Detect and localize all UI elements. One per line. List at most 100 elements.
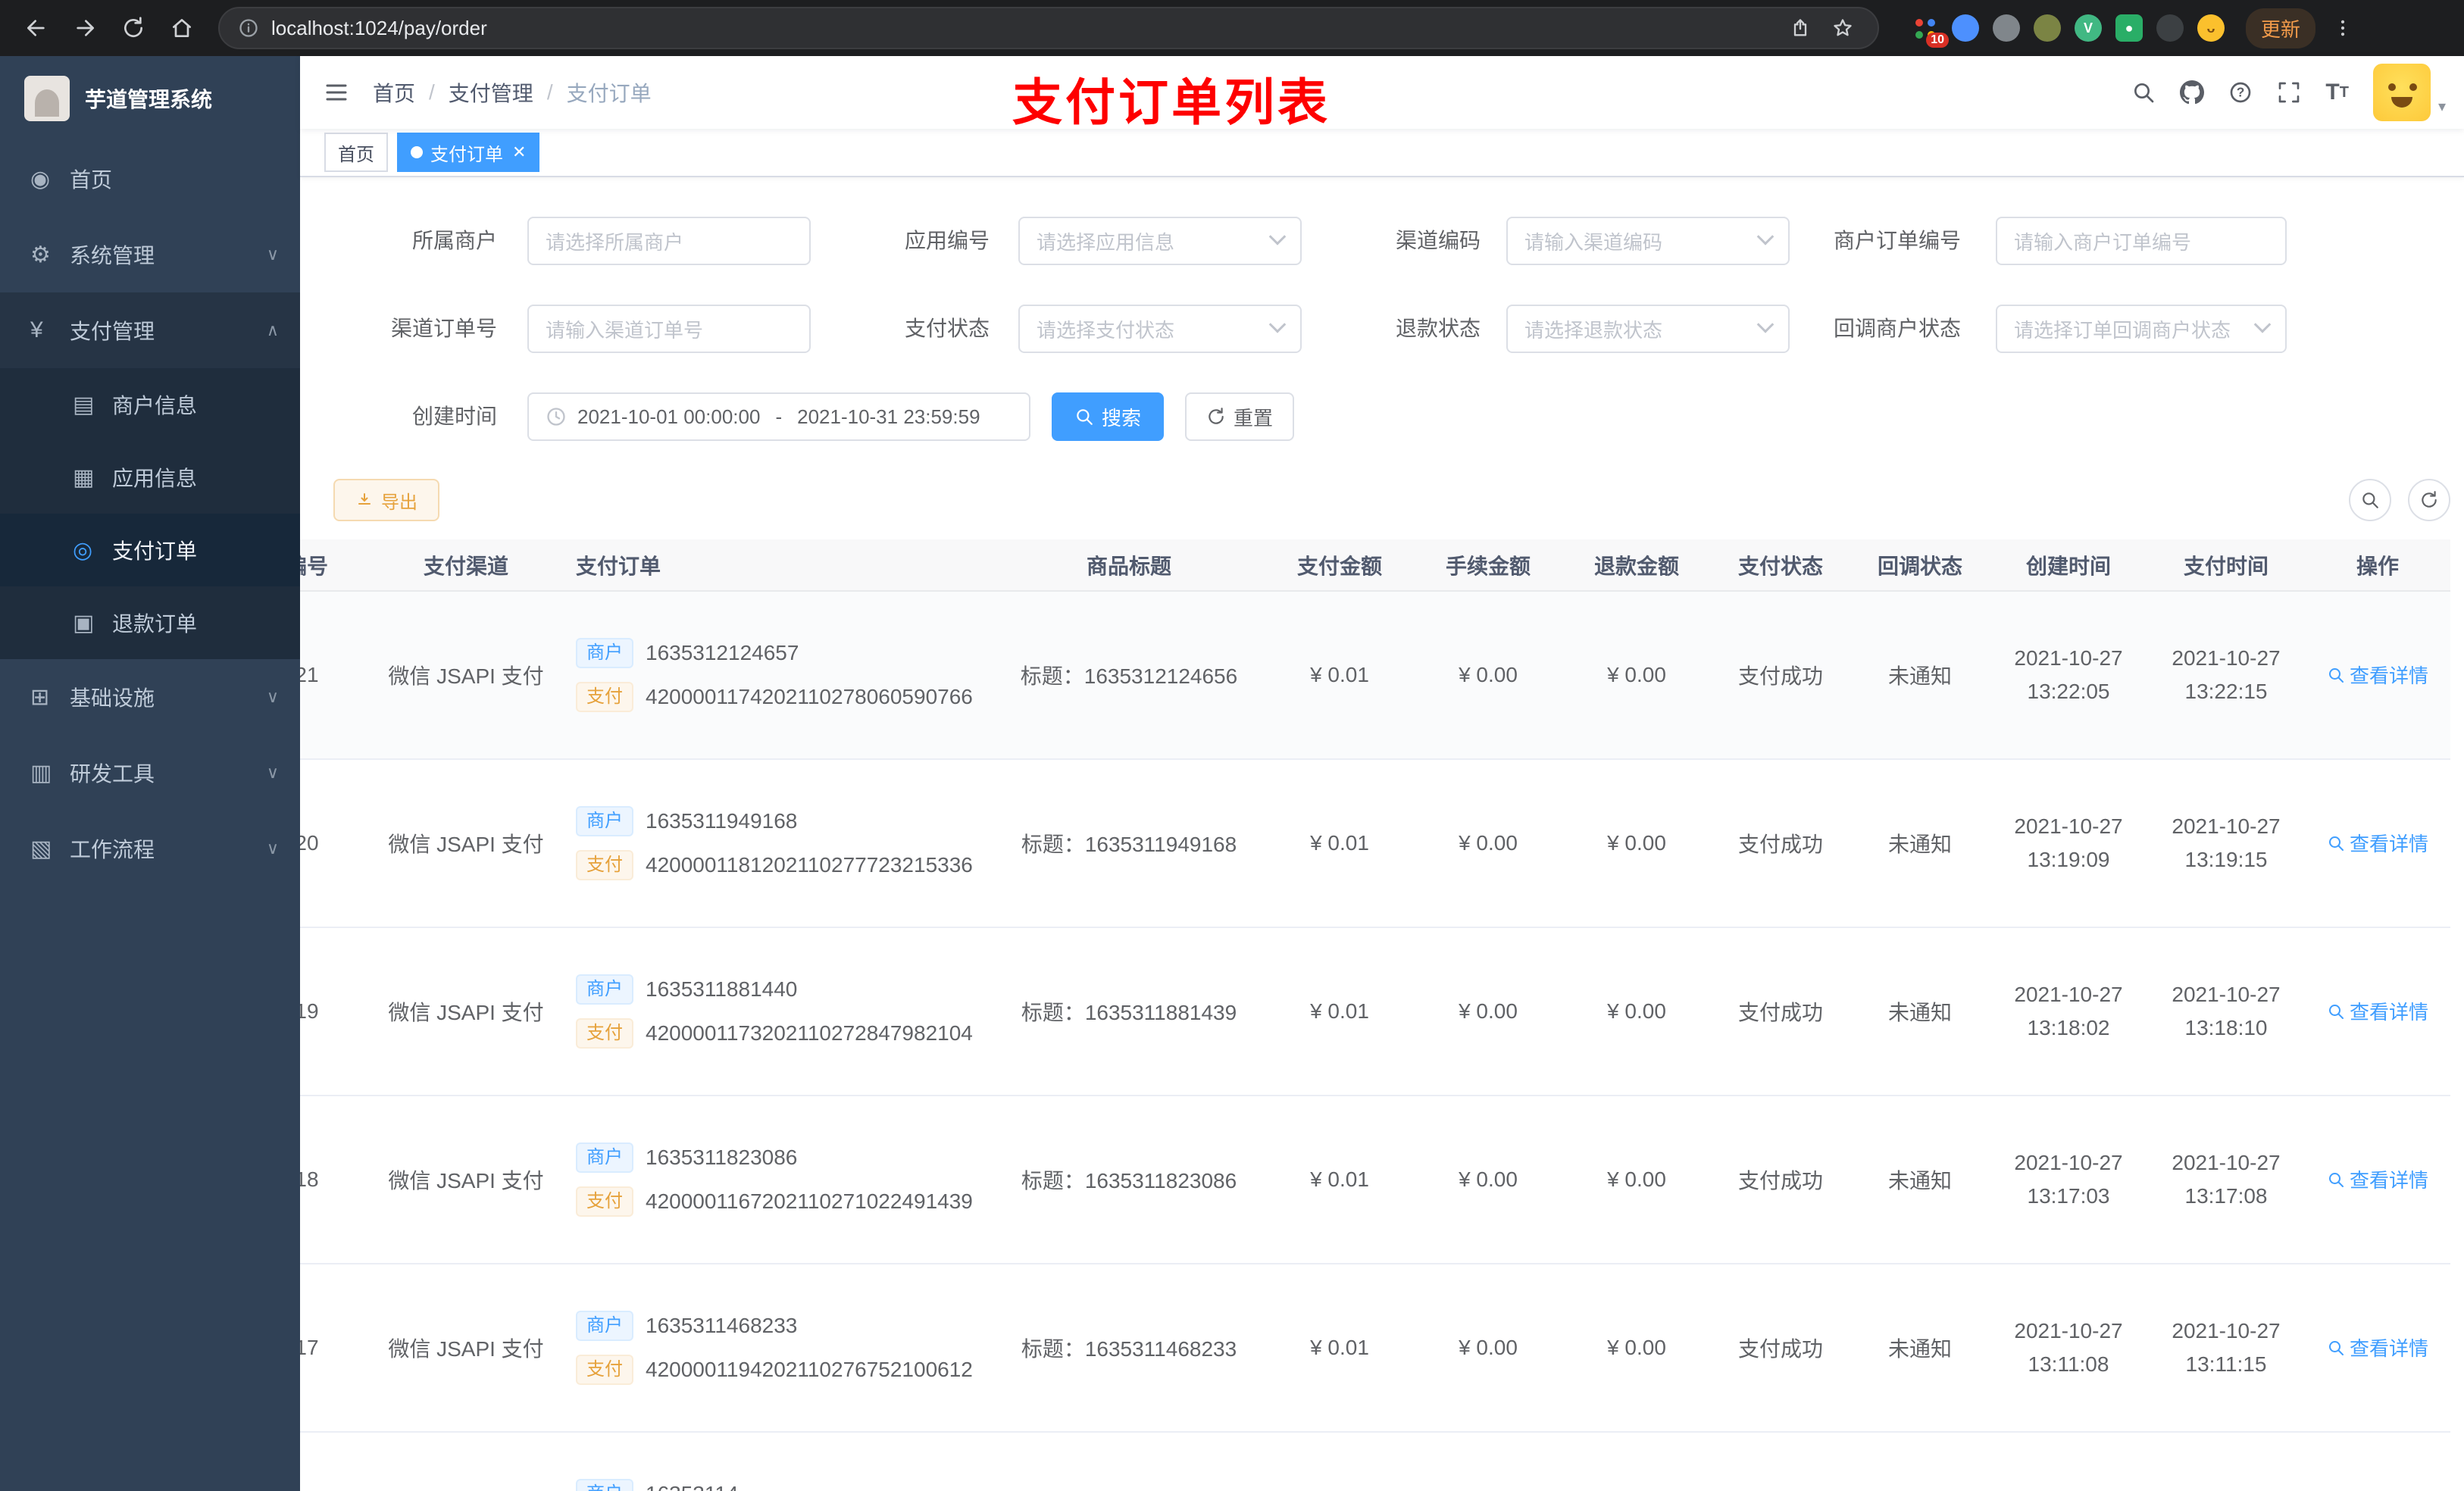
cell-title (993, 1432, 1265, 1491)
export-button[interactable]: 导出 (333, 479, 439, 521)
emoji-extension-icon[interactable]: ᴗ (2197, 14, 2225, 42)
vue-devtools-extension-icon[interactable]: V (2075, 14, 2102, 42)
address-bar[interactable]: localhost:1024/pay/order (218, 7, 1879, 49)
search-icon[interactable] (2119, 80, 2168, 105)
browser-menu-icon[interactable] (2322, 7, 2364, 49)
cell-actions: 查看详情 (2305, 1096, 2450, 1264)
refresh-table-button[interactable] (2408, 479, 2450, 521)
pay-tag: 支付 (576, 682, 633, 712)
cell-fee: ¥ 0.00 (1414, 759, 1562, 928)
pay-order-no: 4200001167202110271022491439 (646, 1189, 973, 1213)
top-navbar: 首页 / 支付管理 / 支付订单 支付订单列表 ? TT ▾ (300, 56, 2464, 130)
browser-update-button[interactable]: 更新 (2246, 8, 2316, 48)
cell-notify: 未通知 (1850, 1264, 1990, 1433)
user-avatar[interactable] (2372, 64, 2431, 121)
reset-button[interactable]: 重置 (1185, 392, 1294, 441)
reload-button[interactable] (112, 7, 155, 49)
view-detail-link[interactable]: 查看详情 (2327, 661, 2428, 689)
merchant-order-no-filter-input[interactable]: 请输入商户订单编号 (1996, 217, 2287, 265)
github-icon[interactable] (2168, 80, 2216, 105)
col-refund: 退款金额 (1562, 539, 1711, 592)
view-detail-link[interactable]: 查看详情 (2327, 829, 2428, 857)
sidebar-item-refund-order[interactable]: ▣ 退款订单 (0, 586, 300, 659)
cell-actions: 查看详情 (2305, 927, 2450, 1096)
cell-actions: 查看详情 (2305, 1264, 2450, 1433)
table-row: 18 微信 JSAPI 支付 商户 1635311823086 支付 4200001… (300, 1096, 2450, 1264)
cell-refund: ¥ 0.00 (1562, 927, 1711, 1096)
channel-order-no-filter-input[interactable]: 请输入渠道订单号 (527, 305, 811, 353)
fullscreen-icon[interactable] (2265, 80, 2313, 105)
sidebar-item-system[interactable]: ⚙ 系统管理 ∨ (0, 217, 300, 292)
font-size-icon[interactable]: TT (2313, 80, 2361, 105)
avatar-caret-icon[interactable]: ▾ (2438, 97, 2446, 116)
olive-extension-icon[interactable] (2034, 14, 2061, 42)
home-button[interactable] (161, 7, 203, 49)
grey-extension-icon[interactable] (1993, 14, 2020, 42)
tab-home[interactable]: 首页 (324, 133, 388, 172)
cell-pay-order: 商户 1635311468233 支付 4200001194202110276752… (561, 1264, 993, 1433)
blue-extension-icon[interactable] (1952, 14, 1979, 42)
merchant-order-no: 1635311949168 (646, 809, 798, 833)
cell-fee: ¥ 0.00 (1414, 1264, 1562, 1433)
view-detail-link[interactable]: 查看详情 (2327, 1333, 2428, 1361)
navbar-actions: ? TT ▾ (2119, 64, 2464, 121)
close-icon[interactable]: ✕ (512, 142, 526, 162)
chevron-down-icon: ∨ (266, 763, 279, 782)
bookmark-star-icon[interactable] (1826, 11, 1859, 45)
app-id-filter-select[interactable]: 请选择应用信息 (1018, 217, 1302, 265)
cell-channel: 微信 JSAPI 支付 (371, 1096, 561, 1264)
sidebar-item-payment[interactable]: ¥ 支付管理 ∧ (0, 292, 300, 368)
share-icon[interactable] (1784, 11, 1817, 45)
col-channel: 支付渠道 (371, 539, 561, 592)
view-detail-link[interactable]: 查看详情 (2327, 997, 2428, 1025)
dark-extension-icon[interactable] (2156, 14, 2184, 42)
cell-fee: ¥ 0.00 (1414, 591, 1562, 760)
chevron-down-icon (1268, 316, 1287, 333)
sidebar-item-workflow[interactable]: ▧ 工作流程 ∨ (0, 811, 300, 886)
sidebar-item-merchant-info[interactable]: ▤ 商户信息 (0, 368, 300, 441)
active-dot (411, 146, 423, 158)
back-button[interactable] (15, 7, 58, 49)
breadcrumb-payment[interactable]: 支付管理 (449, 77, 533, 108)
pay-status-filter-select[interactable]: 请选择支付状态 (1018, 305, 1302, 353)
search-button[interactable]: 搜索 (1052, 392, 1164, 441)
sidebar-item-home[interactable]: ◉ 首页 (0, 141, 300, 217)
view-detail-link[interactable]: 查看详情 (2327, 1165, 2428, 1193)
cell-id: 17 (300, 1264, 371, 1433)
cell-status: 支付成功 (1711, 591, 1850, 760)
create-time-range-input[interactable]: 2021-10-01 00:00:00 - 2021-10-31 23:59:5… (527, 392, 1030, 441)
merchant-order-no: 1635311823086 (646, 1146, 798, 1169)
sidebar-item-app-info[interactable]: ▦ 应用信息 (0, 441, 300, 514)
cell-amount: ¥ 0.01 (1265, 1264, 1414, 1433)
cell-actions: 查看详情 (2305, 591, 2450, 760)
cell-status (1711, 1432, 1850, 1491)
svg-text:?: ? (2237, 84, 2245, 99)
sidebar-item-dev-tools[interactable]: ▥ 研发工具 ∨ (0, 735, 300, 811)
tab-manager-extension-icon[interactable]: 10 (1911, 14, 1949, 48)
cell-amount: ¥ 0.01 (1265, 1096, 1414, 1264)
site-info-icon[interactable] (238, 17, 259, 39)
notify-status-filter-select[interactable]: 请选择订单回调商户状态 (1996, 305, 2287, 353)
toggle-search-button[interactable] (2349, 479, 2391, 521)
tab-pay-order[interactable]: 支付订单 ✕ (397, 133, 540, 172)
cell-created: 2021-10-27 13:22:05 (1990, 591, 2147, 760)
cell-paid (2147, 1432, 2305, 1491)
breadcrumb-home[interactable]: 首页 (373, 77, 415, 108)
cell-created: 2021-10-27 13:11:08 (1990, 1264, 2147, 1433)
table-row: 商户16353114 支付 查看详情 (300, 1432, 2450, 1491)
cell-title: 标题：1635311881439 (993, 927, 1265, 1096)
hamburger-icon[interactable] (300, 79, 373, 106)
extensions-area: 10 V ● ᴗ (1897, 14, 2225, 48)
merchant-tag: 商户 (576, 806, 633, 836)
pay-order-no: 4200001181202110277723215336 (646, 853, 973, 877)
pay-tag: 支付 (576, 1355, 633, 1385)
table-row: 21 微信 JSAPI 支付 商户 1635312124657 支付 4200001… (300, 591, 2450, 760)
merchant-filter-input[interactable]: 请选择所属商户 (527, 217, 811, 265)
help-icon[interactable]: ? (2216, 80, 2265, 105)
green-chat-extension-icon[interactable]: ● (2115, 14, 2143, 42)
refund-status-filter-label: 退款状态 (1395, 317, 1481, 340)
sidebar-item-pay-order[interactable]: ◎ 支付订单 (0, 514, 300, 586)
forward-button[interactable] (64, 7, 106, 49)
browser-toolbar: localhost:1024/pay/order 10 V ● ᴗ 更新 (0, 0, 2464, 56)
sidebar-item-infrastructure[interactable]: ⊞ 基础设施 ∨ (0, 659, 300, 735)
